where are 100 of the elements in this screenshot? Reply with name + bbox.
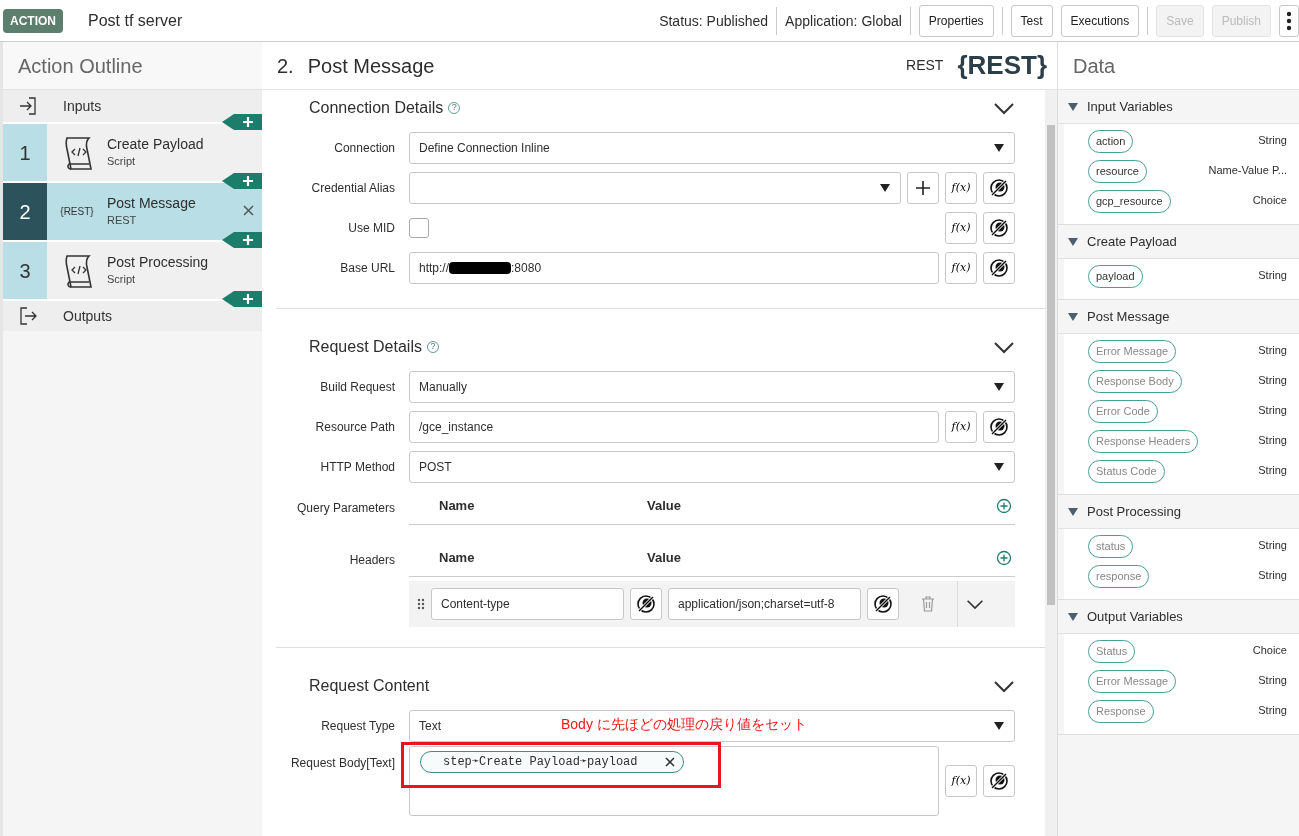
panel-title: Data — [1058, 42, 1299, 90]
data-pill-button[interactable] — [983, 411, 1015, 443]
header-name-field[interactable]: Content-type — [431, 588, 624, 620]
toggle-triangle-icon — [1068, 506, 1078, 517]
rest-icon: {REST} — [60, 204, 94, 219]
section-title: Connection Details — [309, 98, 444, 118]
data-pill-button[interactable] — [867, 588, 899, 620]
input-field[interactable]: /gce_instance — [409, 411, 939, 443]
variable-type: String — [1258, 673, 1287, 688]
add-row-icon[interactable] — [996, 497, 1012, 514]
text-area[interactable]: step➛Create Payload➛payload — [409, 746, 939, 816]
dropdown-caret-icon — [993, 381, 1005, 393]
remove-icon[interactable] — [665, 757, 676, 767]
field-label: Resource Path — [314, 419, 396, 436]
column-header: Value — [647, 548, 681, 567]
section-title: Request Content — [309, 676, 430, 696]
scrollbar[interactable] — [1045, 90, 1057, 836]
field-label: Base URL — [339, 260, 396, 277]
data-pill-icon — [636, 594, 656, 614]
data-pill-icon — [989, 417, 1009, 437]
field-label: Build Request — [319, 379, 396, 396]
add-row-icon[interactable] — [996, 549, 1012, 566]
header-button[interactable]: Executions — [1060, 4, 1140, 37]
action-title: Post tf server — [88, 10, 183, 31]
data-pill[interactable]: gcp_resource — [1088, 190, 1171, 213]
toggle-triangle-icon — [1068, 101, 1078, 112]
data-pill-button[interactable] — [983, 252, 1015, 284]
input-field[interactable]: http:// :8080 — [409, 252, 939, 284]
collapse-chevron-icon[interactable] — [993, 678, 1015, 694]
data-pill-button[interactable] — [630, 588, 662, 620]
outline-label: Inputs — [63, 96, 102, 116]
add-step-button[interactable] — [222, 291, 262, 307]
header-button[interactable]: Properties — [918, 4, 994, 37]
data-pill[interactable]: Response — [1088, 700, 1154, 723]
select-field[interactable] — [409, 172, 901, 204]
header-value-field[interactable]: application/json;charset=utf-8 — [668, 588, 861, 620]
toggle-triangle-icon — [1068, 236, 1078, 247]
data-pill[interactable]: Error Code — [1088, 400, 1158, 423]
toggle-triangle-icon — [1068, 611, 1078, 622]
data-pill[interactable]: Response Body — [1088, 370, 1182, 393]
field-label: Credential Alias — [310, 180, 396, 197]
data-pill[interactable]: Status — [1088, 640, 1136, 663]
data-pill-button[interactable] — [983, 765, 1015, 797]
scrollbar-thumb[interactable] — [1047, 125, 1055, 605]
data-pill[interactable]: status — [1088, 535, 1134, 558]
formula-button[interactable]: f(x) — [945, 172, 977, 204]
step-number: 2. — [277, 53, 294, 79]
field-label: Use MID — [347, 220, 396, 237]
data-pill[interactable]: step➛Create Payload➛payload — [420, 751, 685, 773]
formula-button[interactable]: f(x) — [945, 765, 977, 797]
annotation-text: Body に先ほどの処理の戻り値をセット — [561, 715, 807, 734]
field-label: Request Body[Text] — [289, 755, 396, 772]
variable-type: String — [1258, 403, 1287, 418]
data-pill[interactable]: response — [1088, 565, 1150, 588]
data-pill[interactable]: Response Headers — [1088, 430, 1199, 453]
variable-type: String — [1258, 538, 1287, 553]
close-icon[interactable] — [243, 205, 254, 216]
field-label: Request Type — [320, 718, 396, 735]
more-dots-icon — [1286, 9, 1292, 32]
field-label: Query Parameters — [295, 500, 396, 517]
step-type: REST — [107, 213, 138, 229]
data-pill[interactable]: payload — [1088, 265, 1143, 288]
select-field[interactable]: Manually — [409, 371, 1015, 403]
data-pill[interactable]: resource — [1088, 160, 1147, 183]
field-label: Connection — [333, 140, 396, 157]
step-title: Post Message — [307, 53, 435, 79]
select-field[interactable]: Define Connection Inline — [409, 132, 1015, 164]
variable-type: String — [1258, 433, 1287, 448]
input-arrow-icon — [19, 97, 37, 115]
dropdown-caret-icon — [879, 182, 891, 194]
data-pill[interactable]: Error Message — [1088, 340, 1177, 363]
checkbox[interactable] — [409, 218, 429, 238]
action-badge: ACTION — [3, 8, 63, 33]
trash-icon[interactable] — [921, 596, 935, 612]
formula-button[interactable]: f(x) — [945, 212, 977, 244]
field-label: HTTP Method — [319, 459, 396, 476]
add-step-button[interactable] — [222, 114, 262, 130]
data-pill[interactable]: action — [1088, 130, 1134, 153]
data-pill-icon — [989, 258, 1009, 278]
data-pill[interactable]: Error Message — [1088, 670, 1177, 693]
data-pill[interactable]: Status Code — [1088, 460, 1165, 483]
step-type-label: REST — [906, 56, 944, 75]
collapse-chevron-icon[interactable] — [993, 100, 1015, 116]
collapse-chevron-icon[interactable] — [993, 339, 1015, 355]
plus-icon — [916, 181, 930, 195]
data-pill-button[interactable] — [983, 172, 1015, 204]
variable-type: String — [1258, 703, 1287, 718]
variable-type: String — [1258, 343, 1287, 358]
select-field[interactable]: POST — [409, 451, 1015, 483]
add-step-button[interactable] — [222, 232, 262, 248]
more-button[interactable] — [1279, 4, 1299, 37]
header-button[interactable]: Test — [1010, 4, 1053, 37]
add-step-button[interactable] — [222, 173, 262, 189]
drag-handle-icon[interactable] — [417, 598, 425, 610]
formula-button[interactable]: f(x) — [945, 411, 977, 443]
section-title: Request Details — [309, 337, 422, 357]
formula-button[interactable]: f(x) — [945, 252, 977, 284]
data-pill-button[interactable] — [983, 212, 1015, 244]
column-header: Value — [647, 496, 681, 515]
add-button[interactable] — [907, 172, 939, 204]
